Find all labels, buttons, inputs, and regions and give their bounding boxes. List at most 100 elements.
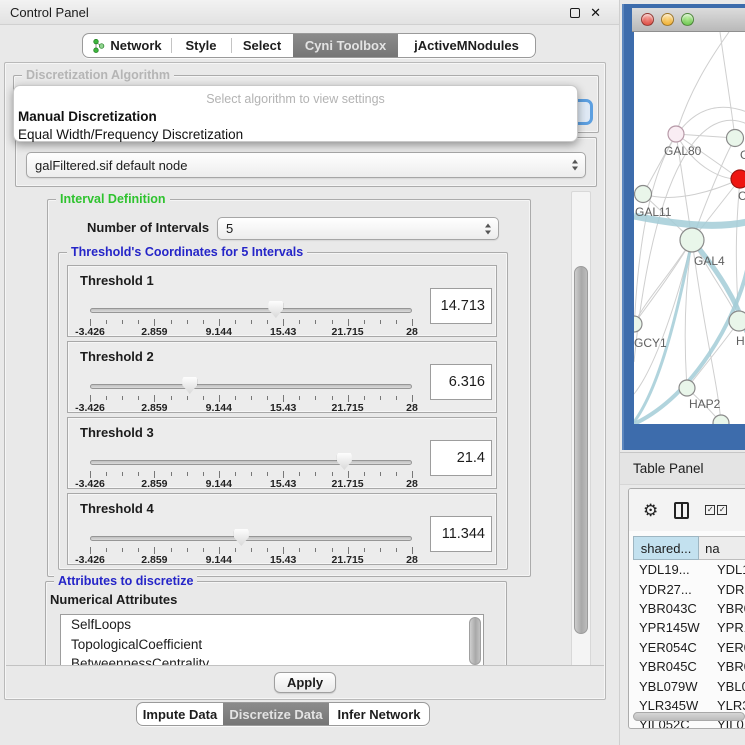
tick-mark	[154, 471, 155, 478]
tick-mark	[251, 396, 252, 400]
tick-mark	[106, 548, 107, 552]
control-panel-window: Control Panel ✕ NetworkStyleSelectCyni T…	[0, 0, 620, 745]
column-visibility-icons[interactable]: ✓ ✓	[705, 505, 727, 515]
tick-mark	[315, 396, 316, 400]
split-columns-icon[interactable]	[674, 502, 689, 519]
table-row[interactable]: YBR043CYBR0	[633, 599, 745, 618]
cell-shared-name: YER054C	[633, 640, 709, 655]
table-panel-titlebar[interactable]: Table Panel	[620, 452, 745, 485]
settings-scrollbar-track[interactable]	[571, 191, 591, 668]
threshold-row: Threshold 1 -3.4262.8599.14415.4321.71528…	[67, 265, 497, 337]
network-node-gal4[interactable]	[680, 228, 704, 252]
tab-style[interactable]: Style	[171, 34, 231, 57]
checkbox-icon[interactable]: ✓	[717, 505, 727, 515]
number-of-intervals-combobox[interactable]: 5	[217, 217, 499, 240]
tab-cyni-toolbox[interactable]: Cyni Toolbox	[293, 34, 398, 57]
threshold-slider[interactable]: -3.4262.8599.14415.4321.71528	[90, 530, 412, 564]
window-title: Control Panel	[10, 5, 89, 20]
tab-label: jActiveMNodules	[414, 38, 519, 53]
tick-mark	[106, 320, 107, 324]
table-row[interactable]: YBR045CYBR0	[633, 657, 745, 676]
table-row[interactable]: YDR27...YDR2	[633, 579, 745, 598]
tick-mark	[122, 472, 123, 476]
tick-mark	[283, 547, 284, 554]
control-panel-titlebar[interactable]: Control Panel ✕	[0, 0, 619, 25]
network-node-label: GAL4	[694, 254, 725, 268]
settings-scrollbar-thumb[interactable]	[574, 266, 588, 634]
slider-track[interactable]	[90, 308, 412, 313]
network-node-label: GCY1	[634, 336, 667, 350]
list-scrollbar[interactable]	[469, 617, 481, 665]
tick-mark	[187, 396, 188, 400]
bottom-tab-impute-data[interactable]: Impute Data	[137, 703, 223, 725]
network-node-gal11[interactable]	[635, 186, 652, 203]
threshold-row: Threshold 2-3.4262.8599.14415.4321.71528…	[67, 341, 497, 413]
float-window-icon[interactable]	[570, 8, 580, 18]
column-header-name[interactable]: na	[699, 536, 745, 560]
tick-mark	[138, 396, 139, 400]
threshold-value-field[interactable]: 21.4	[430, 440, 492, 476]
network-graph[interactable]: GAL80GACGAL11GAL4GCY1HHAP2	[634, 32, 745, 424]
threshold-slider[interactable]: -3.4262.8599.14415.4321.71528	[90, 302, 412, 336]
table-row[interactable]: YPR145WYPR1	[633, 618, 745, 637]
bottom-tab-infer-network[interactable]: Infer Network	[329, 703, 429, 725]
slider-thumb[interactable]	[337, 453, 352, 470]
threshold-value-field[interactable]: 6.316	[430, 364, 492, 400]
attribute-item[interactable]: SelfLoops	[61, 615, 483, 635]
network-node-gcy1[interactable]	[634, 316, 642, 332]
table-data-combobox[interactable]: galFiltered.sif default node	[26, 152, 586, 178]
gear-icon[interactable]: ⚙	[643, 502, 658, 519]
tick-mark	[396, 320, 397, 324]
slider-thumb[interactable]	[268, 301, 283, 318]
table-row[interactable]: YDL19...YDL1	[633, 560, 745, 579]
apply-button[interactable]: Apply	[274, 672, 336, 693]
slider-thumb[interactable]	[182, 377, 197, 394]
tab-network[interactable]: Network	[83, 34, 171, 57]
minimize-traffic-light-icon[interactable]	[661, 13, 674, 26]
close-traffic-light-icon[interactable]	[641, 13, 654, 26]
checkbox-icon[interactable]: ✓	[705, 505, 715, 515]
thresholds-group-title: Threshold's Coordinates for 5 Intervals	[67, 245, 307, 260]
table-horizontal-scrollbar[interactable]	[633, 712, 745, 721]
tick-label: 15.43	[270, 478, 296, 490]
tick-mark	[396, 548, 397, 552]
bottom-tab-discretize-data[interactable]: Discretize Data	[223, 703, 329, 725]
column-header-shared-name[interactable]: shared...	[633, 536, 699, 560]
slider-thumb[interactable]	[234, 529, 249, 546]
dropdown-option[interactable]: Equal Width/Frequency Discretization	[14, 126, 577, 144]
tick-mark	[138, 320, 139, 324]
slider-track[interactable]	[90, 536, 412, 541]
threshold-value-field[interactable]: 14.713	[430, 288, 492, 324]
tab-select[interactable]: Select	[231, 34, 293, 57]
network-canvas[interactable]: GAL80GACGAL11GAL4GCY1HHAP2	[634, 32, 745, 424]
slider-track[interactable]	[90, 460, 412, 465]
tick-mark	[171, 396, 172, 400]
tick-mark	[364, 472, 365, 476]
attribute-item[interactable]: TopologicalCoefficient	[61, 635, 483, 655]
table-row[interactable]: YER054CYER0	[633, 638, 745, 657]
network-edge	[720, 32, 735, 138]
tab-jactivemnodules[interactable]: jActiveMNodules	[398, 34, 535, 57]
table-row[interactable]: YBL079WYBL0	[633, 676, 745, 695]
dropdown-option[interactable]: Manual Discretization	[14, 108, 577, 126]
network-node-ga[interactable]	[727, 130, 744, 147]
threshold-value-field[interactable]: 11.344	[430, 516, 492, 552]
network-node-c[interactable]	[731, 170, 745, 188]
zoom-traffic-light-icon[interactable]	[681, 13, 694, 26]
thresholds-group: Threshold's Coordinates for 5 Intervals …	[58, 252, 508, 570]
network-node-hap2[interactable]	[679, 380, 695, 396]
close-icon[interactable]: ✕	[590, 6, 601, 19]
network-node-h[interactable]	[729, 311, 745, 331]
tick-mark	[267, 396, 268, 400]
tick-mark	[187, 320, 188, 324]
network-node-gal80[interactable]	[668, 126, 684, 142]
tick-mark	[219, 319, 220, 326]
tick-mark	[203, 472, 204, 476]
tick-mark	[380, 548, 381, 552]
threshold-slider[interactable]: -3.4262.8599.14415.4321.71528	[90, 454, 412, 488]
threshold-slider[interactable]: -3.4262.8599.14415.4321.71528	[90, 378, 412, 412]
slider-track[interactable]	[90, 384, 412, 389]
threshold-label: Threshold 1	[80, 273, 154, 288]
numerical-attributes-list[interactable]: SelfLoopsTopologicalCoefficientBetweenne…	[60, 614, 484, 668]
network-window-titlebar[interactable]	[632, 8, 745, 32]
